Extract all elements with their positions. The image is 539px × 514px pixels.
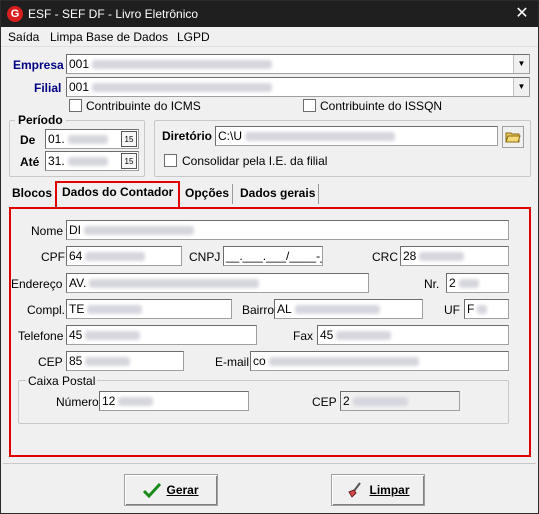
menu-lgpd[interactable]: LGPD bbox=[177, 30, 210, 44]
menu-limpa-base[interactable]: Limpa Base de Dados bbox=[50, 30, 168, 44]
date-to-input[interactable]: 31. 15 bbox=[45, 151, 139, 171]
de-label: De bbox=[20, 133, 36, 147]
bottom-divider bbox=[3, 463, 536, 464]
compl-value: TE bbox=[69, 302, 85, 316]
bairro-input[interactable]: AL bbox=[274, 299, 423, 319]
date-from-input[interactable]: 01. 15 bbox=[45, 129, 139, 149]
broom-icon bbox=[348, 482, 362, 498]
email-label: E-mail bbox=[215, 355, 250, 369]
caixa-cep-input[interactable]: 2 bbox=[340, 391, 460, 411]
nr-input[interactable]: 2 bbox=[446, 273, 509, 293]
filial-value: 001 bbox=[69, 80, 90, 94]
nome-input[interactable]: DI bbox=[66, 220, 509, 240]
app-logo-icon: G bbox=[7, 6, 23, 22]
uf-label: UF bbox=[444, 303, 460, 317]
empresa-value: 001 bbox=[69, 57, 90, 71]
cpf-value: 64 bbox=[69, 249, 83, 263]
fax-input[interactable]: 45 bbox=[317, 325, 509, 345]
caixa-postal-legend: Caixa Postal bbox=[26, 374, 98, 388]
gerar-button[interactable]: Gerar bbox=[124, 474, 218, 506]
diretorio-input[interactable]: C:\U bbox=[215, 126, 498, 146]
calendar-icon[interactable]: 15 bbox=[121, 131, 137, 147]
cnpj-value: __.___.___/____-__ bbox=[226, 249, 323, 263]
email-input[interactable]: co bbox=[250, 351, 509, 371]
folder-open-icon[interactable] bbox=[502, 126, 524, 148]
bairro-label: Bairro bbox=[242, 303, 275, 317]
limpar-label: Limpar bbox=[369, 483, 410, 497]
cpf-input[interactable]: 64 bbox=[66, 246, 182, 266]
limpar-button[interactable]: Limpar bbox=[331, 474, 425, 506]
empresa-select[interactable]: 001 ▼ bbox=[66, 54, 530, 74]
contribuinte-icms-label: Contribuinte do ICMS bbox=[86, 99, 201, 113]
contribuinte-icms-checkbox[interactable] bbox=[69, 99, 82, 112]
uf-input[interactable]: F bbox=[464, 299, 509, 319]
chevron-down-icon[interactable]: ▼ bbox=[513, 55, 529, 73]
uf-value: F bbox=[467, 302, 475, 316]
caixa-numero-value: 12 bbox=[102, 394, 116, 408]
cnpj-label: CNPJ bbox=[189, 250, 221, 264]
tab-dados-gerais[interactable]: Dados gerais bbox=[237, 184, 320, 204]
date-to-value: 31. bbox=[48, 154, 65, 168]
chevron-down-icon[interactable]: ▼ bbox=[513, 78, 529, 96]
empresa-label: Empresa bbox=[13, 58, 64, 72]
bairro-value: AL bbox=[277, 302, 292, 316]
nome-value: DI bbox=[69, 223, 81, 237]
menu-saida[interactable]: Saída bbox=[8, 30, 39, 44]
filial-label: Filial bbox=[34, 81, 62, 95]
caixa-numero-input[interactable]: 12 bbox=[99, 391, 249, 411]
menu-bar: Saída Limpa Base de Dados LGPD bbox=[1, 27, 538, 47]
compl-input[interactable]: TE bbox=[66, 299, 232, 319]
consolidar-checkbox[interactable] bbox=[164, 154, 177, 167]
date-from-value: 01. bbox=[48, 132, 65, 146]
contribuinte-issqn-label: Contribuinte do ISSQN bbox=[320, 99, 443, 113]
cep-label: CEP bbox=[38, 355, 63, 369]
calendar-icon[interactable]: 15 bbox=[121, 153, 137, 169]
compl-label: Compl. bbox=[27, 303, 66, 317]
close-icon[interactable]: ✕ bbox=[512, 4, 532, 24]
tab-opcoes[interactable]: Opções bbox=[182, 184, 234, 204]
nr-label: Nr. bbox=[424, 277, 440, 291]
numero-label: Número bbox=[56, 395, 99, 409]
filial-select[interactable]: 001 ▼ bbox=[66, 77, 530, 97]
diretorio-value: C:\U bbox=[218, 129, 242, 143]
cep-input[interactable]: 85 bbox=[66, 351, 184, 371]
endereco-input[interactable]: AV. bbox=[66, 273, 369, 293]
fax-label: Fax bbox=[293, 329, 314, 343]
tab-dados-contador[interactable]: Dados do Contador bbox=[55, 181, 181, 207]
main-window: G ESF - SEF DF - Livro Eletrônico ✕ Saíd… bbox=[0, 0, 539, 514]
contribuinte-issqn-checkbox[interactable] bbox=[303, 99, 316, 112]
crc-value: 28 bbox=[403, 249, 417, 263]
consolidar-label: Consolidar pela I.E. da filial bbox=[182, 154, 328, 168]
email-value: co bbox=[253, 354, 266, 368]
crc-input[interactable]: 28 bbox=[400, 246, 509, 266]
diretorio-label: Diretório bbox=[162, 129, 213, 143]
nome-label: Nome bbox=[31, 224, 64, 238]
telefone-value: 45 bbox=[69, 328, 83, 342]
cnpj-input[interactable]: __.___.___/____-__ bbox=[223, 246, 323, 266]
endereco-value: AV. bbox=[69, 276, 87, 290]
window-title: ESF - SEF DF - Livro Eletrônico bbox=[28, 7, 199, 21]
cpf-label: CPF bbox=[41, 250, 65, 264]
ate-label: Até bbox=[20, 155, 40, 169]
title-bar: G ESF - SEF DF - Livro Eletrônico ✕ bbox=[1, 1, 538, 27]
endereco-label: Endereço bbox=[11, 277, 63, 291]
checkmark-icon bbox=[143, 482, 162, 498]
nr-value: 2 bbox=[449, 276, 456, 290]
tab-blocos[interactable]: Blocos bbox=[9, 184, 57, 204]
caixa-cep-label: CEP bbox=[312, 395, 337, 409]
telefone-input[interactable]: 45 bbox=[66, 325, 257, 345]
fax-value: 45 bbox=[320, 328, 334, 342]
caixa-cep-value: 2 bbox=[343, 394, 350, 408]
crc-label: CRC bbox=[372, 250, 398, 264]
cep-value: 85 bbox=[69, 354, 83, 368]
periodo-legend: Período bbox=[15, 113, 66, 127]
telefone-label: Telefone bbox=[18, 329, 64, 343]
gerar-label: Gerar bbox=[166, 483, 199, 497]
